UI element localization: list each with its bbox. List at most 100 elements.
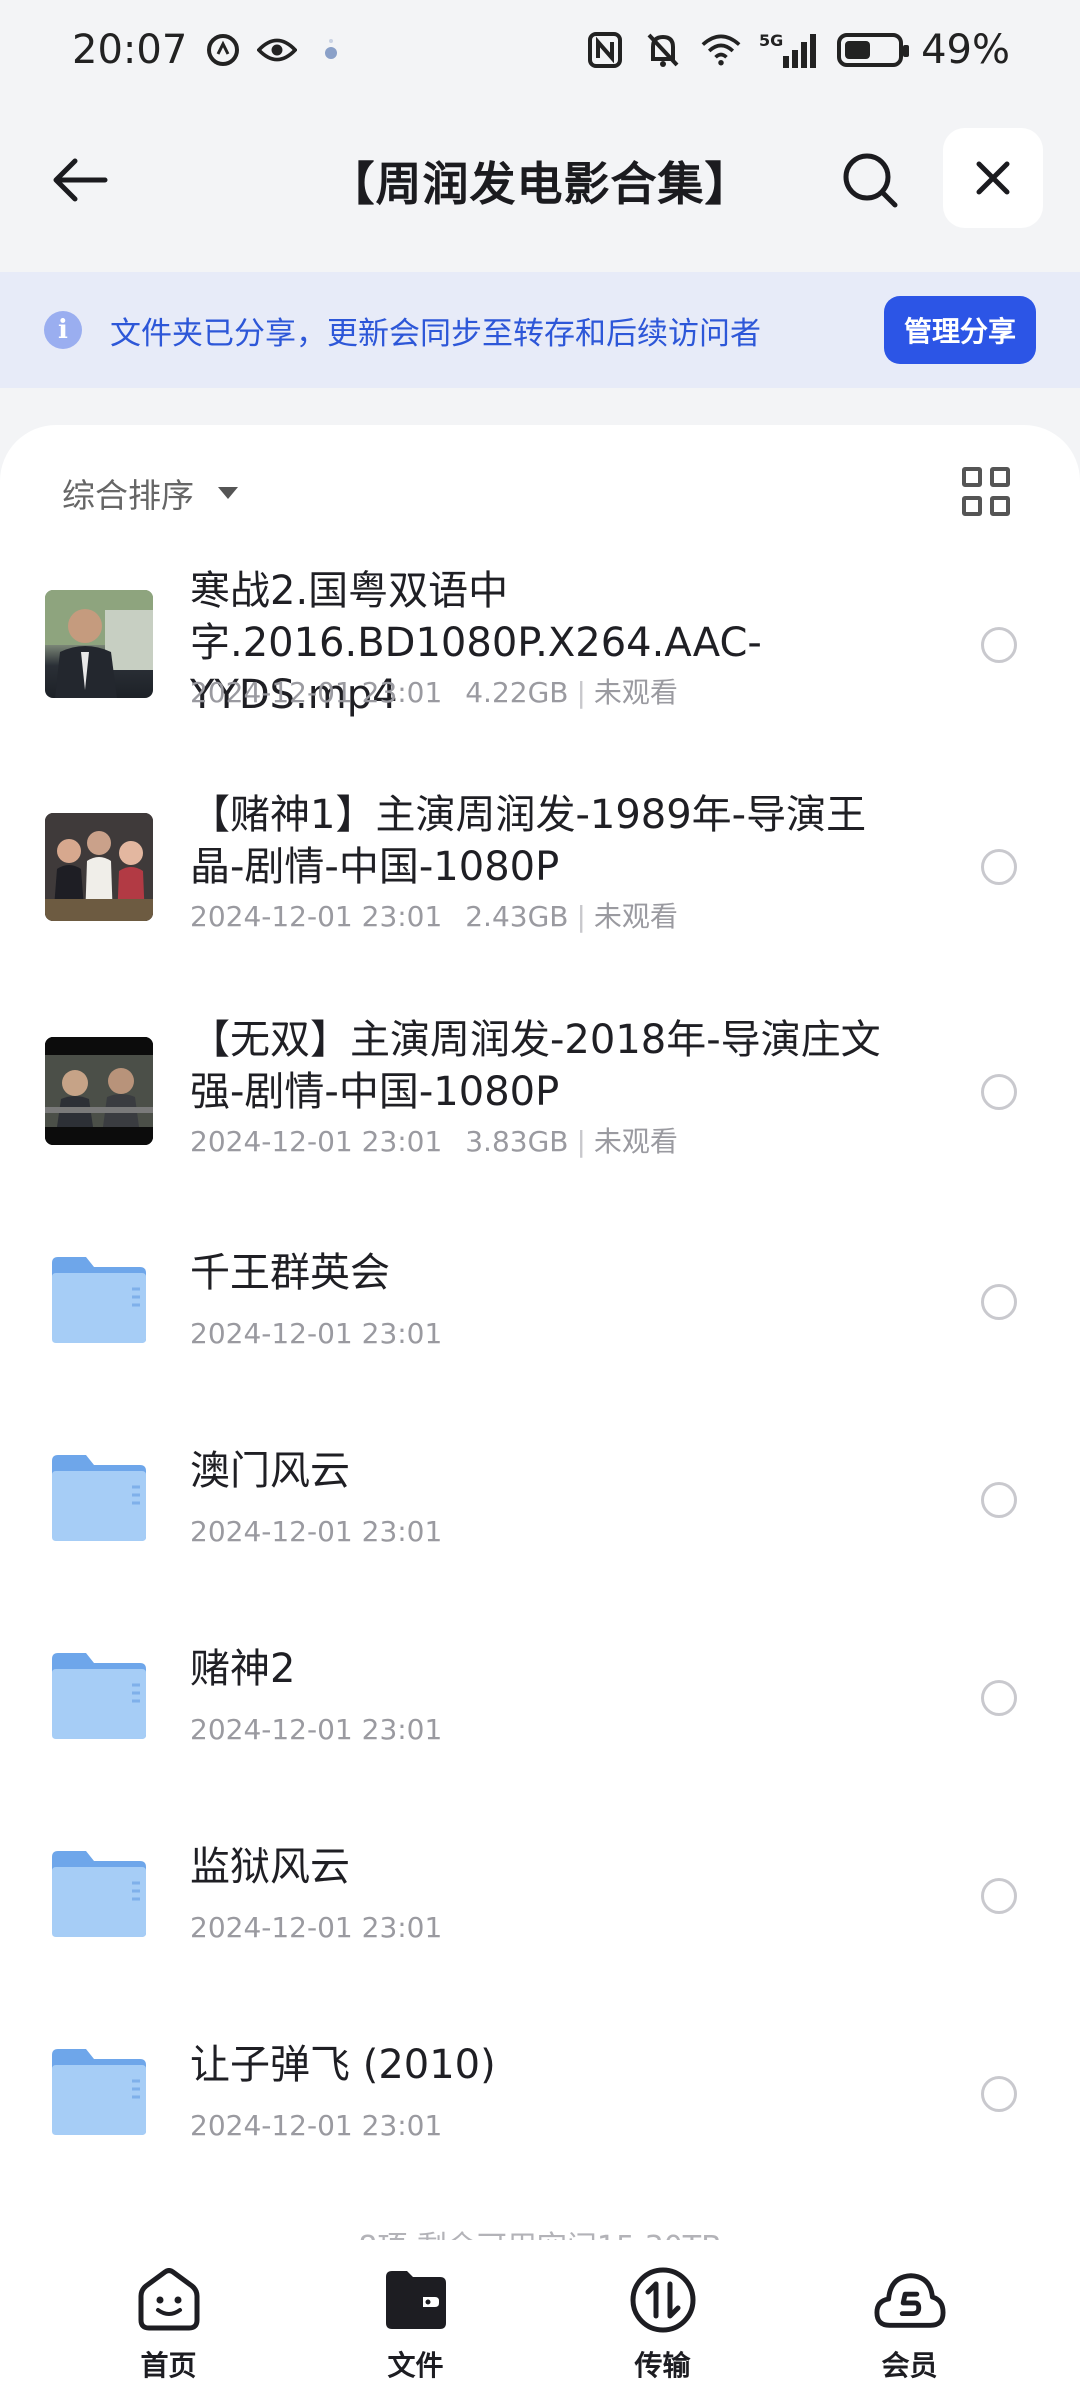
- info-icon: i: [44, 311, 82, 349]
- folder-row[interactable]: 让子弹飞 (2010) 2024-12-01 23:01: [0, 2017, 1080, 2217]
- nav-home[interactable]: 首页: [45, 2240, 292, 2400]
- select-radio[interactable]: [981, 849, 1017, 885]
- nav-files[interactable]: 文件: [292, 2240, 539, 2400]
- top-bar: 【周润发电影合集】: [0, 120, 1080, 240]
- app-icon: [311, 30, 351, 70]
- eye-icon: [257, 30, 298, 70]
- grid-view-button[interactable]: [962, 467, 1012, 517]
- folder-row[interactable]: 监狱风云 2024-12-01 23:01: [0, 1819, 1080, 2019]
- meta-divider: |: [576, 1125, 586, 1158]
- folder-icon: [52, 1851, 146, 1937]
- file-list-card: 综合排序 寒战2.国粤双语中字.2016.BD1080P.X264.AAC-YY…: [0, 425, 1080, 2240]
- watch-status: 未观看: [593, 676, 678, 709]
- signal-icon: 5G: [759, 30, 819, 70]
- video-thumbnail: [45, 1037, 153, 1145]
- folder-name: 监狱风云: [190, 1844, 350, 1890]
- nav-home-label: 首页: [140, 2349, 197, 2382]
- meta-divider: |: [576, 676, 586, 709]
- folder-row[interactable]: 澳门风云 2024-12-01 23:01: [0, 1423, 1080, 1623]
- nav-transfer-label: 传输: [634, 2349, 691, 2382]
- nfc-icon: [585, 30, 625, 70]
- status-icons-right: 5G 49%: [585, 27, 1010, 73]
- vip-cloud-icon: [873, 2264, 946, 2336]
- video-thumbnail: [45, 590, 153, 698]
- nav-files-label: 文件: [387, 2349, 444, 2382]
- file-row[interactable]: 【无双】主演周润发-2018年-导演庄文强-剧情-中国-1080P 2024-1…: [0, 1002, 1080, 1202]
- page-title: 【周润发电影合集】: [328, 157, 752, 211]
- file-date: 2024-12-01 23:01: [190, 1125, 443, 1158]
- watch-status: 未观看: [593, 900, 678, 933]
- back-button[interactable]: [40, 140, 120, 220]
- folder-icon: [52, 1653, 146, 1739]
- status-time: 20:07: [72, 27, 188, 73]
- folder-row[interactable]: 千王群英会 2024-12-01 23:01: [0, 1225, 1080, 1425]
- nav-vip-label: 会员: [881, 2349, 938, 2382]
- folder-name: 千王群英会: [190, 1250, 390, 1296]
- select-radio[interactable]: [981, 1482, 1017, 1518]
- close-button[interactable]: [943, 128, 1043, 228]
- close-icon: [976, 161, 1010, 195]
- file-meta: 2024-12-01 23:01 2.43GB | 未观看: [190, 895, 678, 935]
- select-radio[interactable]: [981, 1074, 1017, 1110]
- folder-name: 赌神2: [190, 1646, 296, 1692]
- folder-date: 2024-12-01 23:01: [190, 2109, 443, 2142]
- status-icons-left: [203, 30, 351, 70]
- file-date: 2024-12-01 23:01: [190, 900, 443, 933]
- file-meta: 2024-12-01 23:01 4.22GB | 未观看: [190, 671, 678, 711]
- folder-icon: [52, 1455, 146, 1541]
- folder-icon: [52, 1257, 146, 1343]
- watch-status: 未观看: [593, 1125, 678, 1158]
- search-button[interactable]: [830, 140, 910, 220]
- grid-cell: [990, 467, 1010, 487]
- file-size: 2.43GB: [465, 900, 569, 933]
- select-radio[interactable]: [981, 1680, 1017, 1716]
- manage-share-button[interactable]: 管理分享: [883, 296, 1036, 364]
- select-radio[interactable]: [981, 627, 1017, 663]
- folder-date: 2024-12-01 23:01: [190, 1515, 443, 1548]
- grid-cell: [990, 496, 1010, 516]
- folder-icon: [52, 2049, 146, 2135]
- status-bar: 20:07 5G 49%: [0, 0, 1080, 100]
- notification-badge-icon: [203, 30, 243, 70]
- wifi-icon: [701, 30, 741, 70]
- nav-transfer[interactable]: 传输: [539, 2240, 786, 2400]
- folder-date: 2024-12-01 23:01: [190, 1317, 443, 1350]
- select-radio[interactable]: [981, 1284, 1017, 1320]
- search-icon: [843, 153, 898, 208]
- arrow-left-icon: [53, 158, 108, 202]
- share-banner-text: 文件夹已分享，更新会同步至转存和后续访问者: [110, 315, 761, 352]
- folder-date: 2024-12-01 23:01: [190, 1911, 443, 1944]
- select-radio[interactable]: [981, 1878, 1017, 1914]
- file-name: 【无双】主演周润发-2018年-导演庄文强-剧情-中国-1080P: [190, 1017, 881, 1115]
- bottom-nav: 首页 文件 传输 会员: [0, 2240, 1080, 2400]
- grid-cell: [962, 496, 982, 516]
- file-name: 【赌神1】主演周润发-1989年-导演王晶-剧情-中国-1080P: [190, 792, 867, 890]
- svg-text:5G: 5G: [759, 31, 783, 50]
- sort-label: 综合排序: [62, 476, 194, 515]
- bell-muted-icon: [643, 30, 683, 70]
- file-row[interactable]: 寒战2.国粤双语中字.2016.BD1080P.X264.AAC-YYDS.mp…: [0, 555, 1080, 755]
- file-size: 3.83GB: [465, 1125, 569, 1158]
- battery-fill: [845, 41, 871, 59]
- caret-down-icon: [218, 487, 238, 499]
- file-size: 4.22GB: [465, 676, 569, 709]
- home-icon: [133, 2264, 205, 2336]
- folder-row[interactable]: 赌神2 2024-12-01 23:01: [0, 1621, 1080, 1821]
- folder-icon: [380, 2264, 452, 2336]
- meta-divider: |: [576, 900, 586, 933]
- share-banner: i 文件夹已分享，更新会同步至转存和后续访问者 管理分享: [0, 272, 1080, 388]
- file-meta: 2024-12-01 23:01 3.83GB | 未观看: [190, 1120, 678, 1160]
- nav-vip[interactable]: 会员: [786, 2240, 1033, 2400]
- sort-dropdown[interactable]: 综合排序: [62, 469, 238, 517]
- battery-icon: [837, 33, 910, 67]
- grid-view-icon: [962, 467, 982, 487]
- folder-name: 澳门风云: [190, 1448, 350, 1494]
- folder-date: 2024-12-01 23:01: [190, 1713, 443, 1746]
- folder-name: 让子弹飞 (2010): [190, 2042, 496, 2088]
- video-thumbnail: [45, 813, 153, 921]
- battery-percent: 49%: [921, 27, 1010, 73]
- file-date: 2024-12-01 23:01: [190, 676, 443, 709]
- transfer-icon: [627, 2264, 699, 2336]
- file-row[interactable]: 【赌神1】主演周润发-1989年-导演王晶-剧情-中国-1080P 2024-1…: [0, 777, 1080, 977]
- select-radio[interactable]: [981, 2076, 1017, 2112]
